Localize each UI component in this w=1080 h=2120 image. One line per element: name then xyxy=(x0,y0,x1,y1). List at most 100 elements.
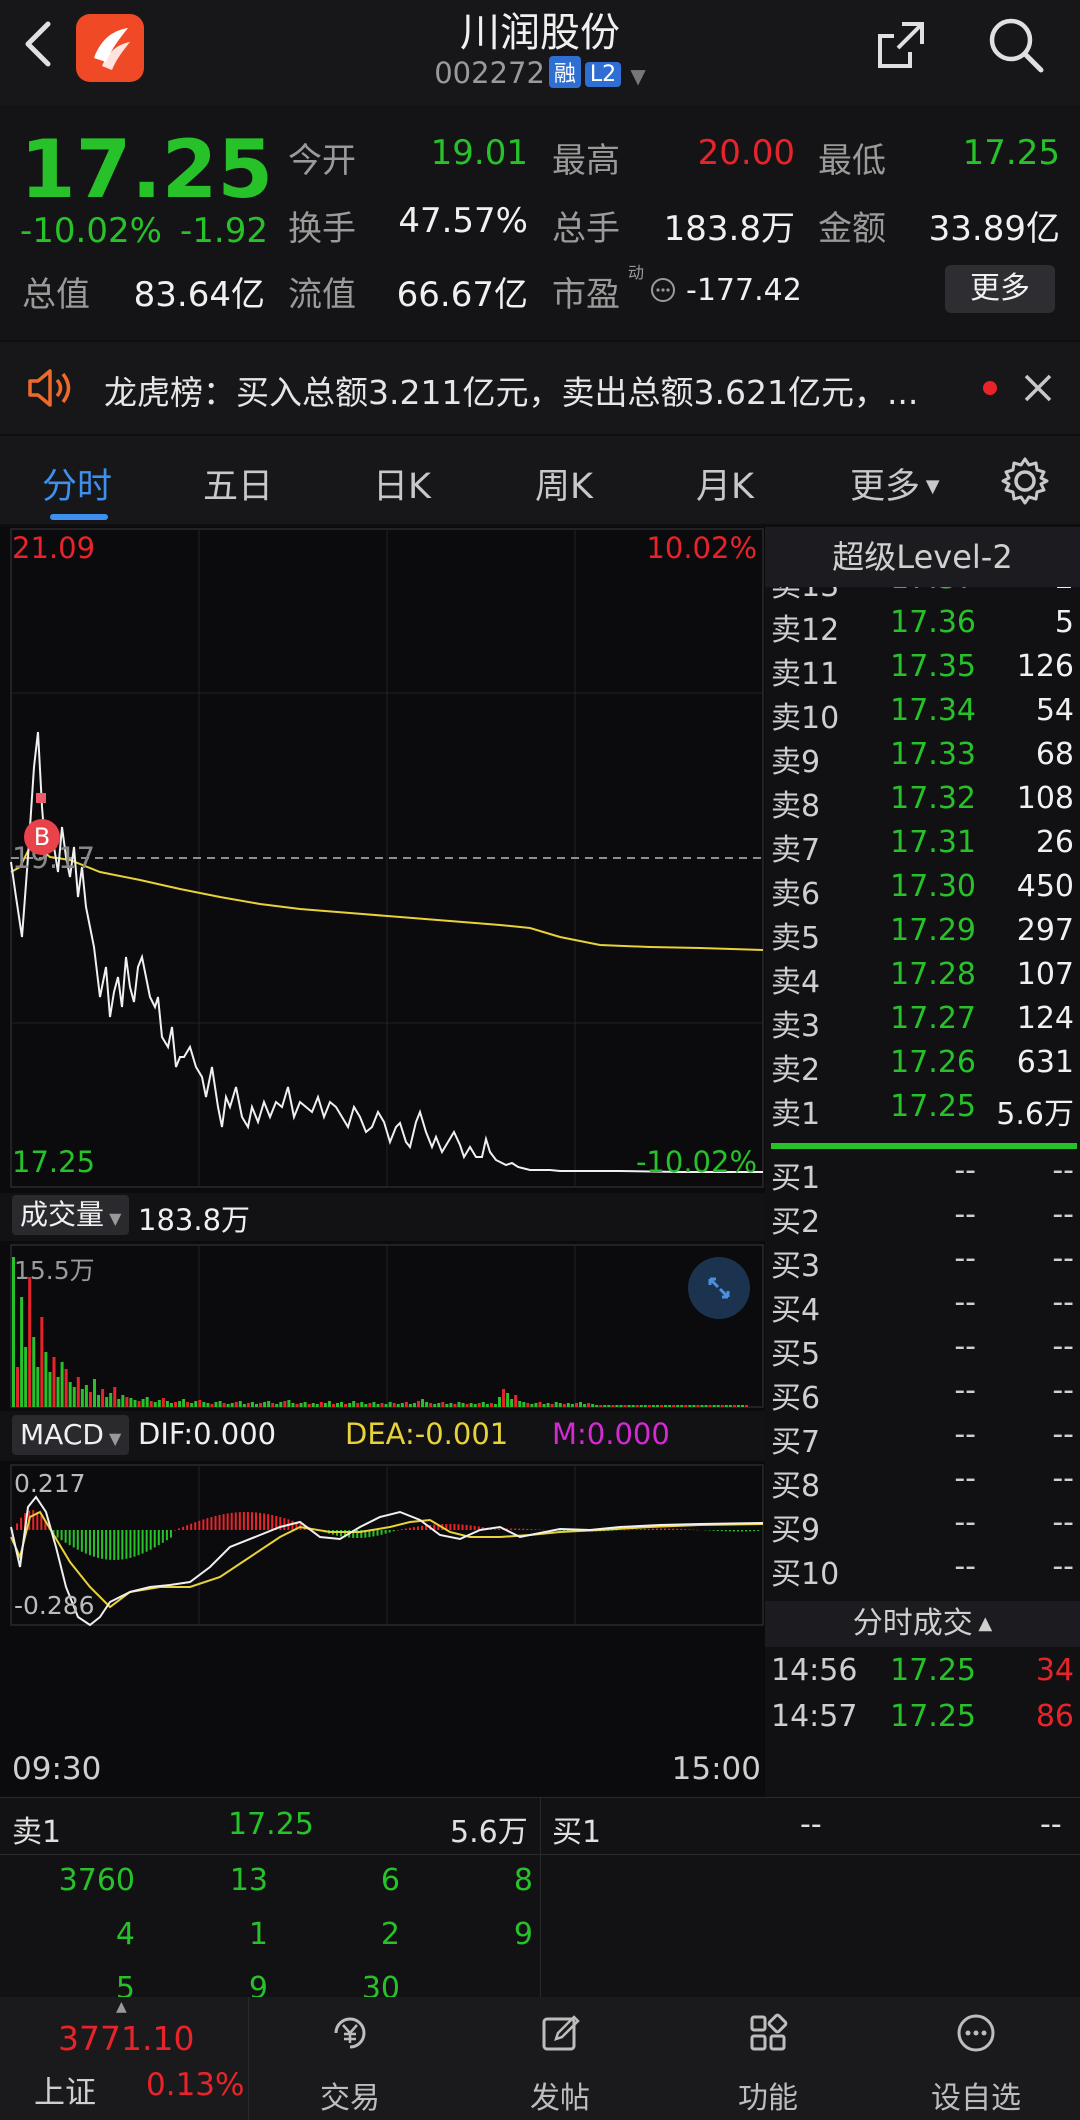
settings-gear-icon[interactable] xyxy=(1000,456,1050,506)
level-price: -- xyxy=(954,1197,976,1232)
tab-weekly-k[interactable]: 周K xyxy=(535,458,593,509)
nav-watchlist[interactable]: 设自选 xyxy=(886,1997,1066,2120)
level-label: 卖7 xyxy=(771,833,821,868)
macd-histogram-bar xyxy=(660,1528,662,1530)
more-button[interactable]: 更多 xyxy=(945,265,1055,313)
volume-bar xyxy=(157,1400,161,1407)
volume-bar xyxy=(153,1402,157,1407)
tab-more[interactable]: 更多 ▼ xyxy=(850,458,940,509)
level-price: 17.32 xyxy=(890,781,976,816)
order-book-row-buy[interactable]: 买2 -- -- xyxy=(765,1197,1080,1241)
order-book-rows[interactable]: 卖1317.372卖1217.365卖1117.35126卖1017.3454卖… xyxy=(765,587,1080,1737)
order-book-row-sell[interactable]: 卖5 17.29 297 xyxy=(765,913,1080,957)
level2-title[interactable]: 超级Level-2 xyxy=(765,527,1080,587)
macd-histogram-bar xyxy=(40,1515,43,1530)
macd-histogram-bar xyxy=(736,1530,739,1532)
open-label: 今开 xyxy=(288,141,356,181)
volume-bar xyxy=(234,1402,238,1407)
level-volume: 26 xyxy=(1035,825,1074,860)
trade-tick-row: 14:56 17.25 34 xyxy=(765,1653,1080,1697)
level-price: -- xyxy=(954,1329,976,1364)
order-book-row-sell[interactable]: 卖9 17.33 68 xyxy=(765,737,1080,781)
order-book-row-buy[interactable]: 买6 -- -- xyxy=(765,1373,1080,1417)
order-book-row-buy[interactable]: 买4 -- -- xyxy=(765,1285,1080,1329)
order-book-row-sell[interactable]: 卖11 17.35 126 xyxy=(765,649,1080,693)
macd-histogram-bar xyxy=(664,1528,667,1530)
volume-bar xyxy=(599,1405,603,1407)
order-book-row-buy[interactable]: 买8 -- -- xyxy=(765,1461,1080,1505)
macd-histogram-bar xyxy=(214,1515,217,1530)
volume-bar xyxy=(510,1399,514,1407)
tab-intraday[interactable]: 分时 xyxy=(42,458,112,509)
volume-bar xyxy=(352,1401,356,1407)
search-icon[interactable] xyxy=(985,14,1047,76)
nav-trade[interactable]: 交易 xyxy=(260,1997,440,2120)
order-book-row-sell[interactable]: 卖1 17.25 5.6万 xyxy=(765,1089,1080,1133)
dropdown-arrow-icon[interactable]: ▼ xyxy=(630,64,645,88)
volume-bar xyxy=(125,1397,129,1407)
volume-bar xyxy=(101,1389,105,1407)
macd-histogram-bar xyxy=(457,1524,460,1530)
order-book-row-buy[interactable]: 买10 -- -- xyxy=(765,1549,1080,1593)
order-book-row-sell[interactable]: 卖10 17.34 54 xyxy=(765,693,1080,737)
volume-bar xyxy=(502,1389,506,1407)
volume-total: 183.8万 xyxy=(138,1203,251,1237)
volume-bar xyxy=(52,1357,56,1407)
macd-histogram-bar xyxy=(680,1528,683,1530)
notice-bar[interactable]: 龙虎榜：买入总额3.211亿元，卖出总额3.621亿元，... xyxy=(0,342,1080,434)
order-book-row-sell[interactable]: 卖12 17.36 5 xyxy=(765,605,1080,649)
intraday-chart-area[interactable]: 21.09 10.02% 19.17 17.25 -10.02% B 成交量 ▼… xyxy=(0,527,765,1797)
volume-bar xyxy=(287,1400,291,1407)
buy-marker[interactable]: B xyxy=(24,819,60,855)
queue-cell: 1 xyxy=(248,1917,268,1952)
macd-histogram-bar xyxy=(80,1530,83,1552)
volume-bar xyxy=(498,1397,501,1407)
info-icon[interactable] xyxy=(650,277,676,303)
index-ticker[interactable]: ▲ 3771.10 上证 0.13% xyxy=(0,1997,249,2120)
trade-ticks-header[interactable]: 分时成交 ▲ xyxy=(765,1601,1080,1647)
volume-bar xyxy=(591,1404,595,1407)
volume-bar xyxy=(607,1405,611,1407)
order-book-row-buy[interactable]: 买1 -- -- xyxy=(765,1153,1080,1197)
volume-bar xyxy=(396,1404,400,1407)
macd-histogram-bar xyxy=(493,1529,496,1530)
turnover-value: 47.57% xyxy=(398,201,528,241)
order-book-row-sell[interactable]: 卖7 17.31 26 xyxy=(765,825,1080,869)
order-book-row-buy[interactable]: 买5 -- -- xyxy=(765,1329,1080,1373)
order-book-row-sell[interactable]: 卖2 17.26 631 xyxy=(765,1045,1080,1089)
tab-monthly-k[interactable]: 月K xyxy=(696,458,754,509)
order-book-row-sell13[interactable]: 卖13 17.37 2 xyxy=(765,587,1080,605)
tab-daily-k[interactable]: 日K xyxy=(373,458,431,509)
volume-bar xyxy=(623,1405,627,1407)
volume-bar xyxy=(708,1405,712,1407)
low-value: 17.25 xyxy=(962,133,1060,173)
order-book-row-sell[interactable]: 卖3 17.27 124 xyxy=(765,1001,1080,1045)
tab-five-day[interactable]: 五日 xyxy=(203,458,273,509)
fullscreen-button[interactable] xyxy=(688,1257,750,1319)
volume-bar xyxy=(514,1395,518,1407)
macd-histogram-bar xyxy=(534,1529,537,1530)
order-book-row-sell[interactable]: 卖6 17.30 450 xyxy=(765,869,1080,913)
macd-histogram-bar xyxy=(113,1530,116,1560)
macd-histogram-bar xyxy=(202,1519,205,1530)
volume-bar xyxy=(36,1367,40,1407)
level-label: 买4 xyxy=(771,1293,821,1328)
macd-histogram-bar xyxy=(178,1528,181,1530)
order-book-row-buy[interactable]: 买9 -- -- xyxy=(765,1505,1080,1549)
volume-bar xyxy=(24,1347,28,1407)
volume-indicator-select[interactable]: 成交量 ▼ xyxy=(12,1195,130,1235)
order-book-row-buy[interactable]: 买7 -- -- xyxy=(765,1417,1080,1461)
share-icon[interactable] xyxy=(872,16,930,74)
order-book-row-sell[interactable]: 卖8 17.32 108 xyxy=(765,781,1080,825)
volume-bar xyxy=(728,1405,732,1407)
close-icon[interactable] xyxy=(1022,372,1054,404)
nav-functions[interactable]: 功能 xyxy=(678,1997,858,2120)
nav-functions-label: 功能 xyxy=(738,2081,798,2116)
macd-indicator-select[interactable]: MACD ▼ xyxy=(12,1415,130,1455)
nav-post[interactable]: 发帖 xyxy=(470,1997,650,2120)
macd-histogram-bar xyxy=(198,1520,201,1530)
macd-histogram-bar xyxy=(514,1528,517,1530)
order-book-row-sell[interactable]: 卖4 17.28 107 xyxy=(765,957,1080,1001)
market-cap-value: 83.64亿 xyxy=(133,275,265,315)
order-book-row-buy[interactable]: 买3 -- -- xyxy=(765,1241,1080,1285)
